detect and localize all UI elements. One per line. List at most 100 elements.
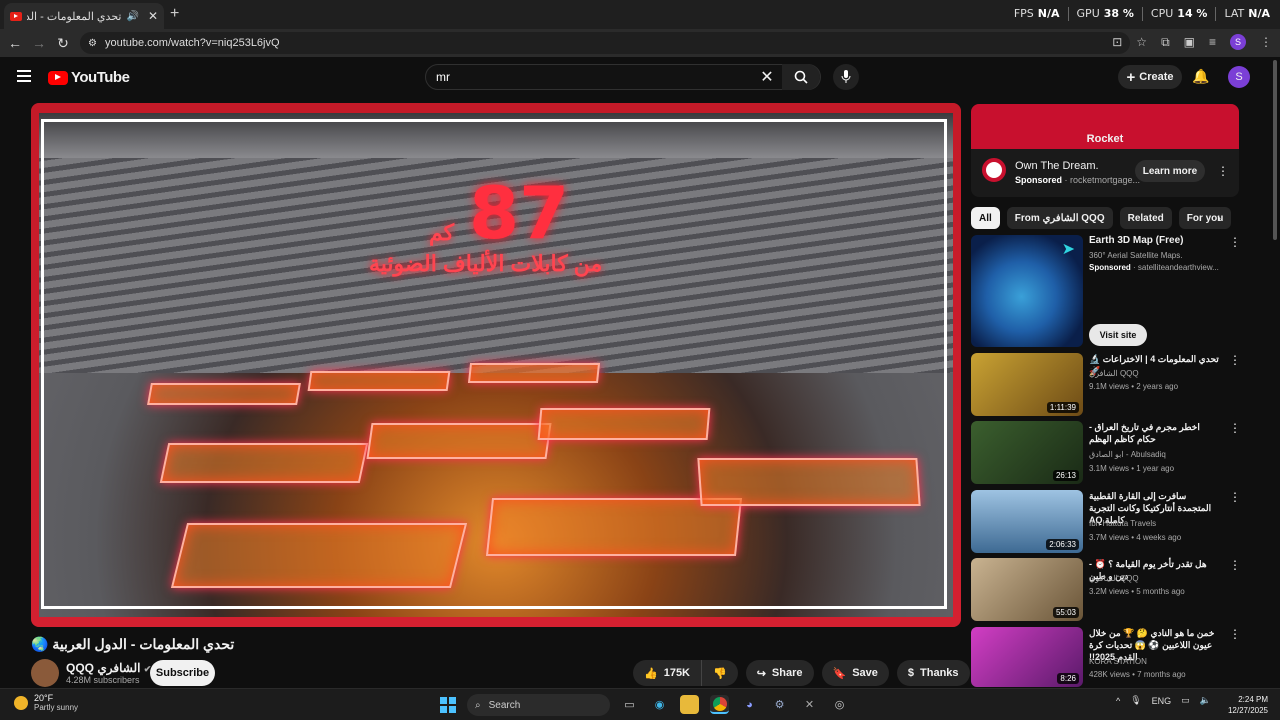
item-menu-icon[interactable]: ⋮ — [1229, 558, 1241, 572]
item-menu-icon[interactable]: ⋮ — [1229, 490, 1241, 504]
back-icon[interactable]: ← — [3, 35, 27, 51]
search-input[interactable]: mr — [426, 70, 752, 84]
taskbar-clock[interactable]: 2:24 PM 12/27/2025 — [1226, 694, 1268, 716]
recommendation-item[interactable]: 8:26 خمن ما هو النادي 🤔 🏆 من خلال عيون ا… — [971, 627, 1261, 687]
dislike-button[interactable]: 👎 — [701, 660, 738, 686]
user-avatar[interactable]: S — [1228, 66, 1250, 88]
sidebar-sponsored-item[interactable]: ➤ Earth 3D Map (Free) 360° Aerial Satell… — [971, 235, 1261, 348]
clock-time: 2:24 PM — [1238, 695, 1268, 704]
taskbar-search[interactable]: ⌕ Search — [467, 694, 610, 716]
edge-icon[interactable]: ◉ — [650, 695, 669, 714]
browser-tab[interactable]: تحدي المعلومات - الدول العربية 🔊 ✕ — [4, 3, 164, 29]
extensions-icon[interactable]: ⧉ — [1161, 35, 1170, 50]
media-control-icon[interactable]: ≡ — [1209, 35, 1216, 49]
recommendation-item[interactable]: 1:11:39 تحدي المعلومات 4 | الاختراعات 🔬🚀… — [971, 353, 1261, 416]
youtube-header: YouTube mr ✕ + Create 🔔 S — [0, 57, 1280, 97]
chrome-icon[interactable] — [710, 695, 729, 714]
microphone-icon[interactable]: 🎙 — [1130, 695, 1141, 706]
create-label: Create — [1139, 71, 1174, 83]
clear-search-icon[interactable]: ✕ — [752, 67, 782, 87]
speaker-icon[interactable]: 🔊 — [126, 11, 138, 22]
weather-widget[interactable]: 20°F Partly sunny — [14, 693, 78, 712]
language-indicator[interactable]: ENG — [1152, 696, 1172, 706]
browser-toolbar: ← → ↻ ⚙ youtube.com/watch?v=niq253L6jvQ … — [0, 29, 1280, 57]
reload-icon[interactable]: ↻ — [51, 35, 75, 52]
task-view-icon[interactable]: ▭ — [620, 695, 639, 714]
system-tray: ^ 🎙 ENG ▭ 🔈 — [1116, 695, 1211, 706]
recommendation-item[interactable]: 55:03 هل تقدر تأخر يوم القيامة ؟ ⏰ - دين… — [971, 558, 1261, 621]
chip-related[interactable]: Related — [1119, 207, 1172, 229]
search-button[interactable] — [782, 64, 820, 90]
address-bar[interactable]: ⚙ youtube.com/watch?v=niq253L6jvQ — [80, 32, 1130, 54]
subscribe-button[interactable]: Subscribe — [150, 660, 215, 686]
item-menu-icon[interactable]: ⋮ — [1229, 353, 1241, 367]
site-info-icon[interactable]: ⚙ — [88, 38, 97, 49]
install-icon[interactable]: ⊡ — [1112, 35, 1122, 49]
item-menu-icon[interactable]: ⋮ — [1229, 421, 1241, 435]
share-button[interactable]: ↪ Share — [745, 660, 814, 686]
cpu-value: 14 % — [1177, 7, 1208, 20]
lat-value: N/A — [1248, 7, 1270, 20]
fps-label: FPS — [1013, 7, 1034, 20]
sponsored-line: Sponsored · satelliteandearthview... — [1089, 263, 1219, 272]
chip-all[interactable]: All — [971, 207, 1000, 229]
thumbs-up-icon: 👍 — [644, 667, 658, 680]
recommendation-item[interactable]: 2:06:33 سافرت إلى القارة القطبية المتجمد… — [971, 490, 1261, 553]
search-box[interactable]: mr ✕ — [425, 64, 821, 90]
video-duration: 1:11:39 — [1046, 402, 1079, 413]
like-button[interactable]: 👍 175K — [633, 660, 701, 686]
discord-icon[interactable]: ◕ — [740, 695, 759, 714]
xbox-icon[interactable]: ✕ — [800, 695, 819, 714]
thanks-button[interactable]: $ Thanks — [896, 660, 970, 686]
bookmark-star-icon[interactable]: ☆ — [1136, 35, 1147, 49]
chip-from-channel[interactable]: From الشافري QQQ — [1006, 207, 1113, 229]
file-explorer-icon[interactable] — [680, 695, 699, 714]
windows-taskbar: 20°F Partly sunny ⌕ Search ▭ ◉ ◕ ⚙ ✕ ◎ ^… — [0, 688, 1280, 720]
sponsored-ad-card[interactable]: Rocket Own The Dream. Sponsored · rocket… — [971, 104, 1239, 197]
chevron-right-icon[interactable]: › — [1217, 211, 1221, 225]
item-menu-icon[interactable]: ⋮ — [1229, 627, 1241, 641]
create-button[interactable]: + Create — [1118, 65, 1182, 89]
video-thumbnail: 26:13 — [971, 421, 1083, 484]
video-thumbnail: 1:11:39 — [971, 353, 1083, 416]
channel-row: QQQ الشافري ✔ 4.28M subscribers Subscrib… — [31, 659, 631, 687]
notifications-bell-icon[interactable]: 🔔 — [1192, 68, 1209, 85]
learn-more-button[interactable]: Learn more — [1135, 160, 1205, 182]
forward-icon[interactable]: → — [27, 35, 51, 51]
taskbar-search-label: Search — [488, 699, 521, 711]
recommendation-item[interactable]: 26:13 اخطر مجرم في تاريخ العراق - حكام ك… — [971, 421, 1261, 484]
chip-for-you[interactable]: For you — [1178, 207, 1232, 229]
steam-icon[interactable]: ⚙ — [770, 695, 789, 714]
sidebar-sponsored-label: Sponsored — [1089, 263, 1131, 272]
ad-menu-icon[interactable]: ⋮ — [1217, 164, 1229, 178]
split-view-icon[interactable]: ▣ — [1184, 35, 1195, 49]
profile-avatar[interactable]: S — [1230, 34, 1246, 50]
visit-site-button[interactable]: Visit site — [1089, 324, 1147, 346]
chevron-up-icon[interactable]: ^ — [1116, 696, 1120, 706]
video-player[interactable]: 87 كم من كابلات الألياف الضوئية — [31, 103, 961, 627]
channel-avatar[interactable] — [31, 659, 59, 687]
weather-desc: Partly sunny — [34, 703, 79, 712]
video-meta: 428K views • 7 months ago — [1089, 670, 1186, 679]
video-title: اخطر مجرم في تاريخ العراق - حكام كاظم ال… — [1089, 422, 1200, 444]
close-tab-icon[interactable]: ✕ — [148, 9, 158, 23]
ad-banner: Rocket — [971, 104, 1239, 149]
browser-menu-icon[interactable]: ⋮ — [1260, 35, 1272, 49]
youtube-logo[interactable]: YouTube — [48, 69, 130, 86]
save-button[interactable]: 🔖 Save — [821, 660, 889, 686]
network-icon[interactable]: ▭ — [1181, 695, 1190, 706]
filter-chips: All From الشافري QQQ Related For you — [971, 207, 1232, 229]
sponsored-title: Earth 3D Map (Free) — [1089, 235, 1184, 246]
new-tab-button[interactable]: + — [170, 5, 179, 23]
volume-icon[interactable]: 🔈 — [1200, 695, 1211, 706]
search-icon: ⌕ — [475, 699, 481, 711]
weather-temp: 20°F — [34, 693, 54, 703]
channel-name[interactable]: QQQ الشافري ✔ — [66, 661, 151, 675]
windows-start-icon[interactable] — [440, 697, 456, 713]
hamburger-menu-icon[interactable] — [17, 70, 31, 85]
page-scrollbar[interactable] — [1273, 60, 1277, 240]
voice-search-button[interactable] — [833, 64, 859, 90]
app-icon[interactable]: ◎ — [830, 695, 849, 714]
microphone-icon — [841, 70, 851, 83]
item-menu-icon[interactable]: ⋮ — [1229, 235, 1241, 249]
